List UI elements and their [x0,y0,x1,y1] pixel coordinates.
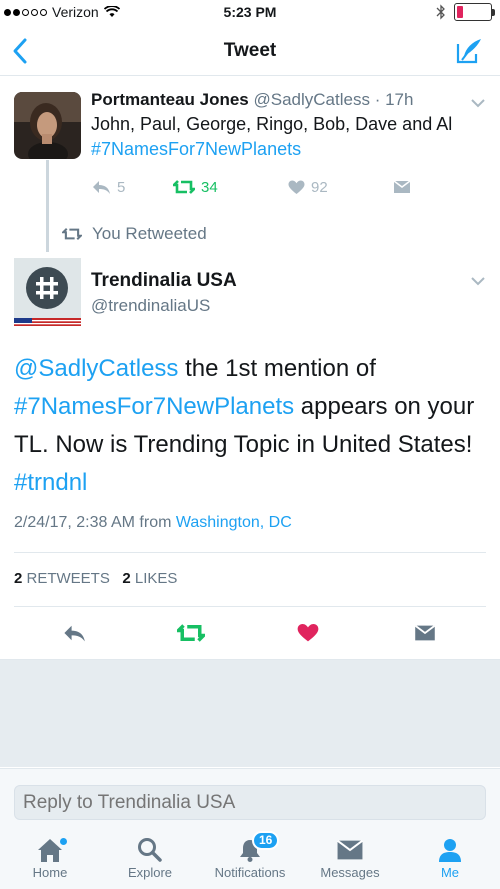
status-bar: Verizon 5:23 PM [0,0,500,26]
notification-badge: 16 [252,831,280,850]
tweet-actions [0,618,500,648]
reply-button[interactable] [54,618,94,648]
heart-icon [288,180,305,194]
like-button[interactable]: 92 [288,179,393,196]
author-name[interactable]: Portmanteau Jones [91,90,249,109]
retweet-button[interactable] [171,618,211,648]
tab-bar: Home Explore 16 Notifications Messages M… [0,825,500,889]
time-separator: · [369,90,386,109]
tweet-time-ago: 17h [385,90,414,109]
tab-home[interactable]: Home [0,835,100,880]
retweets-stat[interactable]: 2 RETWEETS [14,570,110,587]
tweet-text: John, Paul, George, Ringo, Bob, Dave and… [91,114,453,134]
author-handle[interactable]: @trendinaliaUS [91,296,237,316]
timestamp-text: 2/24/17, 2:38 AM from [14,514,176,531]
retweeted-indicator: You Retweeted [62,224,207,244]
page-title: Tweet [223,40,277,61]
new-content-dot [60,838,67,845]
original-tweet-header: Portmanteau Jones @SadlyCatless · 17h [91,90,470,110]
tab-label: Me [440,865,460,880]
divider [14,552,486,553]
tweet-text-part-1: the 1st mention of [178,355,376,382]
retweet-button[interactable]: 34 [173,179,288,196]
tab-explore[interactable]: Explore [100,835,200,880]
hashtag-link-trndnl[interactable]: #trndnl [14,469,87,496]
tab-label: Home [32,865,68,880]
compose-button[interactable] [454,36,486,66]
retweet-icon [62,228,82,240]
original-tweet-text: John, Paul, George, Ringo, Bob, Dave and… [91,112,470,162]
person-icon [439,839,461,862]
mention-link[interactable]: @SadlyCatless [14,355,178,382]
tweet-timestamp: 2/24/17, 2:38 AM from Washington, DC [14,514,292,532]
direct-message-button[interactable] [405,618,445,648]
status-time: 5:23 PM [223,4,277,20]
retweet-count: 34 [201,178,218,196]
envelope-icon [336,839,364,860]
chevron-down-icon[interactable] [470,98,486,108]
battery-icon [454,3,495,21]
reply-button[interactable]: 5 [91,179,173,196]
search-icon [138,838,162,862]
reply-count: 5 [117,178,126,196]
reply-icon [64,625,85,642]
retweeted-label: You Retweeted [92,224,207,243]
author-name[interactable]: Trendinalia USA [91,270,237,292]
trend-tweet-text: @SadlyCatless the 1st mention of #7Names… [14,350,489,502]
chevron-down-icon[interactable] [470,276,486,286]
trend-tweet-header: Trendinalia USA @trendinaliaUS [91,270,237,316]
retweets-label: RETWEETS [22,570,110,587]
tab-notifications[interactable]: 16 Notifications [200,831,300,880]
reply-icon [93,181,110,194]
direct-message-button[interactable] [393,180,411,194]
retweet-icon [173,180,195,194]
tweet-stats: 2 RETWEETS 2 LIKES [14,570,177,587]
tab-label: Explore [127,865,173,880]
user-photo-icon [14,92,81,159]
avatar-portmanteau-jones[interactable] [14,92,81,159]
thread-line [46,160,49,252]
like-button[interactable] [288,618,328,648]
like-count: 92 [311,178,328,196]
tab-label: Messages [320,865,380,880]
author-handle[interactable]: @SadlyCatless [254,90,370,109]
original-tweet-body: Portmanteau Jones @SadlyCatless · 17h Jo… [91,90,470,162]
likes-label: LIKES [130,570,178,587]
empty-replies-area [0,659,500,767]
envelope-icon [414,624,436,641]
tab-me[interactable]: Me [400,835,500,880]
tab-messages[interactable]: Messages [300,835,400,880]
reply-input[interactable] [14,785,486,820]
avatar-trendinalia[interactable] [14,258,81,326]
retweet-icon [177,624,205,642]
nav-bar: Tweet [0,26,500,76]
compose-icon [456,39,481,64]
likes-count: 2 [122,570,131,587]
battery-level [457,6,463,18]
trendinalia-logo-icon [14,258,81,326]
hashtag-link[interactable]: #7NamesFor7NewPlanets [14,393,294,420]
envelope-icon [393,180,411,193]
original-tweet-actions: 5 34 92 [91,176,451,198]
heart-icon [297,623,319,642]
hashtag-link[interactable]: #7NamesFor7NewPlanets [91,139,301,159]
likes-stat[interactable]: 2 LIKES [122,570,177,587]
location-link[interactable]: Washington, DC [176,514,292,531]
bluetooth-icon [436,4,445,20]
divider [14,606,486,607]
tab-label: Notifications [214,865,286,880]
